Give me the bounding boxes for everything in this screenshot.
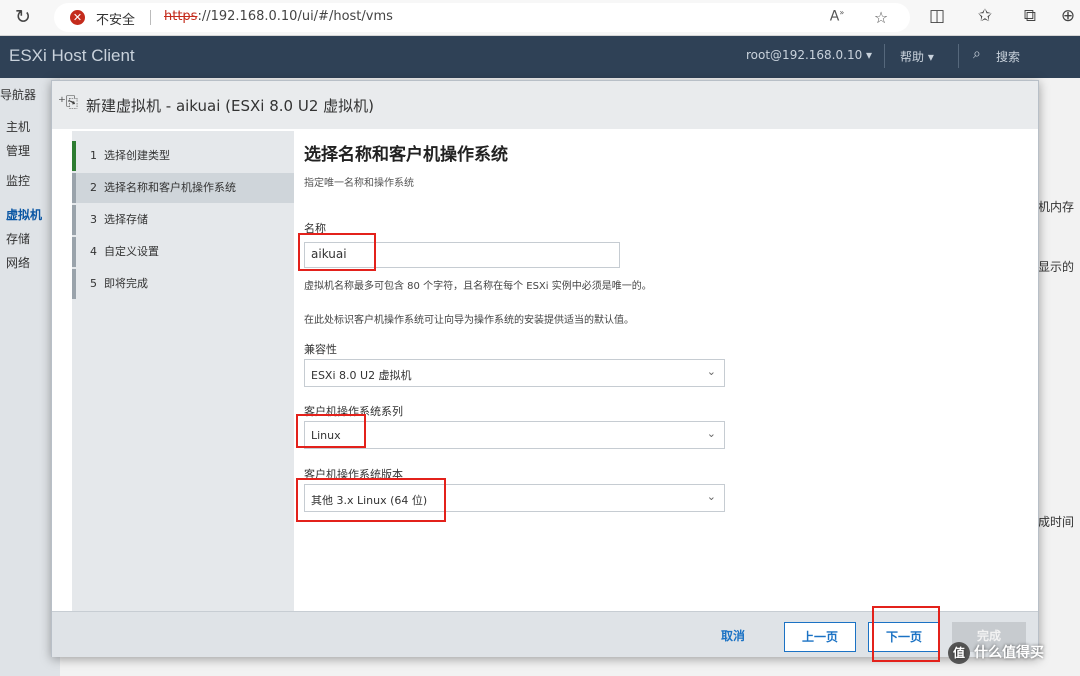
wizard-content: 选择名称和客户机操作系统 指定唯一名称和操作系统 名称 aikuai 虚拟机名称… (294, 131, 1038, 611)
step-number: 5 (90, 277, 97, 290)
wizard-step-1[interactable]: 1 选择创建类型 (72, 141, 294, 171)
back-button[interactable]: 上一页 (784, 622, 856, 652)
app-header: ESXi Host Client root@192.168.0.10 ▾ 帮助 … (0, 36, 1080, 78)
reload-icon[interactable]: ↻ (12, 6, 34, 28)
search-label[interactable]: 搜索 (996, 48, 1020, 65)
watermark: 值什么值得买 (948, 642, 1044, 664)
browser-toolbar: ↻ ✕ 不安全 https://192.168.0.10/ui/#/host/v… (0, 0, 1080, 36)
name-hint: 虚拟机名称最多可包含 80 个字符，且名称在每个 ESXi 实例中必须是唯一的。 (304, 281, 652, 292)
url-divider (150, 10, 151, 25)
step-number: 4 (90, 245, 97, 258)
os-hint: 在此处标识客户机操作系统可让向导为操作系统的安装提供适当的默认值。 (304, 315, 634, 326)
nav-item-network[interactable]: 网络 (6, 254, 30, 271)
favorite-star-icon[interactable]: ☆ (870, 8, 892, 27)
url-text[interactable]: https://192.168.0.10/ui/#/host/vms (164, 9, 393, 24)
new-vm-dialog: ⁺⎘ 新建虚拟机 - aikuai (ESXi 8.0 U2 虚拟机) 1 选择… (51, 80, 1039, 657)
step-indicator (72, 269, 76, 299)
header-divider (958, 44, 959, 68)
extensions-icon[interactable]: ⊕ (1056, 6, 1080, 26)
chevron-down-icon: ⌄ (706, 365, 716, 378)
navigator-title: 导航器 (0, 88, 37, 102)
step-indicator (72, 237, 76, 267)
watermark-logo: 值 (948, 642, 970, 664)
annotation-highlight (872, 606, 940, 662)
wizard-step-5[interactable]: 5 即将完成 (72, 269, 294, 299)
page-title: 选择名称和客户机操作系统 (304, 145, 508, 165)
nav-item-host[interactable]: 主机 (6, 118, 30, 135)
chevron-down-icon: ⌄ (706, 427, 716, 440)
step-label: 选择存储 (104, 213, 148, 226)
step-label: 选择创建类型 (104, 149, 170, 162)
user-menu[interactable]: root@192.168.0.10 ▾ (746, 48, 872, 62)
read-aloud-icon[interactable]: A» (826, 8, 848, 25)
header-divider (884, 44, 885, 68)
nav-item-manage[interactable]: 管理 (6, 142, 30, 159)
security-label[interactable]: 不安全 (96, 9, 135, 28)
url-scheme: https (164, 9, 198, 24)
compatibility-label: 兼容性 (304, 343, 337, 356)
wizard-step-2[interactable]: 2 选择名称和客户机操作系统 (72, 173, 294, 203)
nav-item-vms[interactable]: 虚拟机 (6, 206, 42, 223)
page-subtitle: 指定唯一名称和操作系统 (304, 178, 414, 189)
annotation-highlight (296, 478, 446, 522)
wizard-steps: 1 选择创建类型 2 选择名称和客户机操作系统 3 选择存储 4 自定义设置 5… (72, 131, 294, 611)
watermark-text: 什么值得买 (974, 645, 1044, 661)
cancel-button[interactable]: 取消 (708, 622, 758, 652)
not-secure-icon[interactable]: ✕ (70, 10, 85, 25)
step-indicator (72, 205, 76, 235)
step-indicator (72, 141, 76, 171)
step-number: 1 (90, 149, 97, 162)
split-screen-icon[interactable]: ◫ (925, 6, 949, 26)
os-family-select[interactable]: Linux ⌄ (304, 421, 725, 449)
step-number: 2 (90, 181, 97, 194)
help-menu[interactable]: 帮助 ▾ (900, 48, 934, 65)
dialog-title: 新建虚拟机 - aikuai (ESXi 8.0 U2 虚拟机) (86, 97, 374, 115)
app-title: ESXi Host Client (9, 46, 135, 65)
wizard-step-4[interactable]: 4 自定义设置 (72, 237, 294, 267)
step-label: 选择名称和客户机操作系统 (104, 181, 236, 194)
column-header-memory: 机内存 (1038, 200, 1075, 214)
step-label: 即将完成 (104, 277, 148, 290)
search-icon[interactable]: ⌕ (973, 46, 981, 62)
compatibility-value: ESXi 8.0 U2 虚拟机 (311, 369, 412, 382)
nav-item-monitor[interactable]: 监控 (6, 172, 30, 189)
address-bar[interactable]: ✕ 不安全 https://192.168.0.10/ui/#/host/vms… (54, 3, 910, 32)
annotation-highlight (298, 233, 376, 271)
step-indicator (72, 173, 76, 203)
step-label: 自定义设置 (104, 245, 159, 258)
step-number: 3 (90, 213, 97, 226)
new-vm-icon: ⁺⎘ (58, 93, 78, 111)
column-header-time: 成时间 (1038, 515, 1075, 529)
background-text: 显示的 (1038, 260, 1075, 274)
collections-icon[interactable]: ⧉ (1018, 6, 1042, 26)
wizard-step-3[interactable]: 3 选择存储 (72, 205, 294, 235)
annotation-highlight (296, 414, 366, 448)
dialog-header: ⁺⎘ 新建虚拟机 - aikuai (ESXi 8.0 U2 虚拟机) (52, 81, 1038, 129)
compatibility-select[interactable]: ESXi 8.0 U2 虚拟机 ⌄ (304, 359, 725, 387)
favorites-icon[interactable]: ✩ (973, 6, 997, 26)
nav-item-storage[interactable]: 存储 (6, 230, 30, 247)
url-path: ://192.168.0.10/ui/#/host/vms (197, 9, 393, 24)
chevron-down-icon: ⌄ (706, 490, 716, 503)
